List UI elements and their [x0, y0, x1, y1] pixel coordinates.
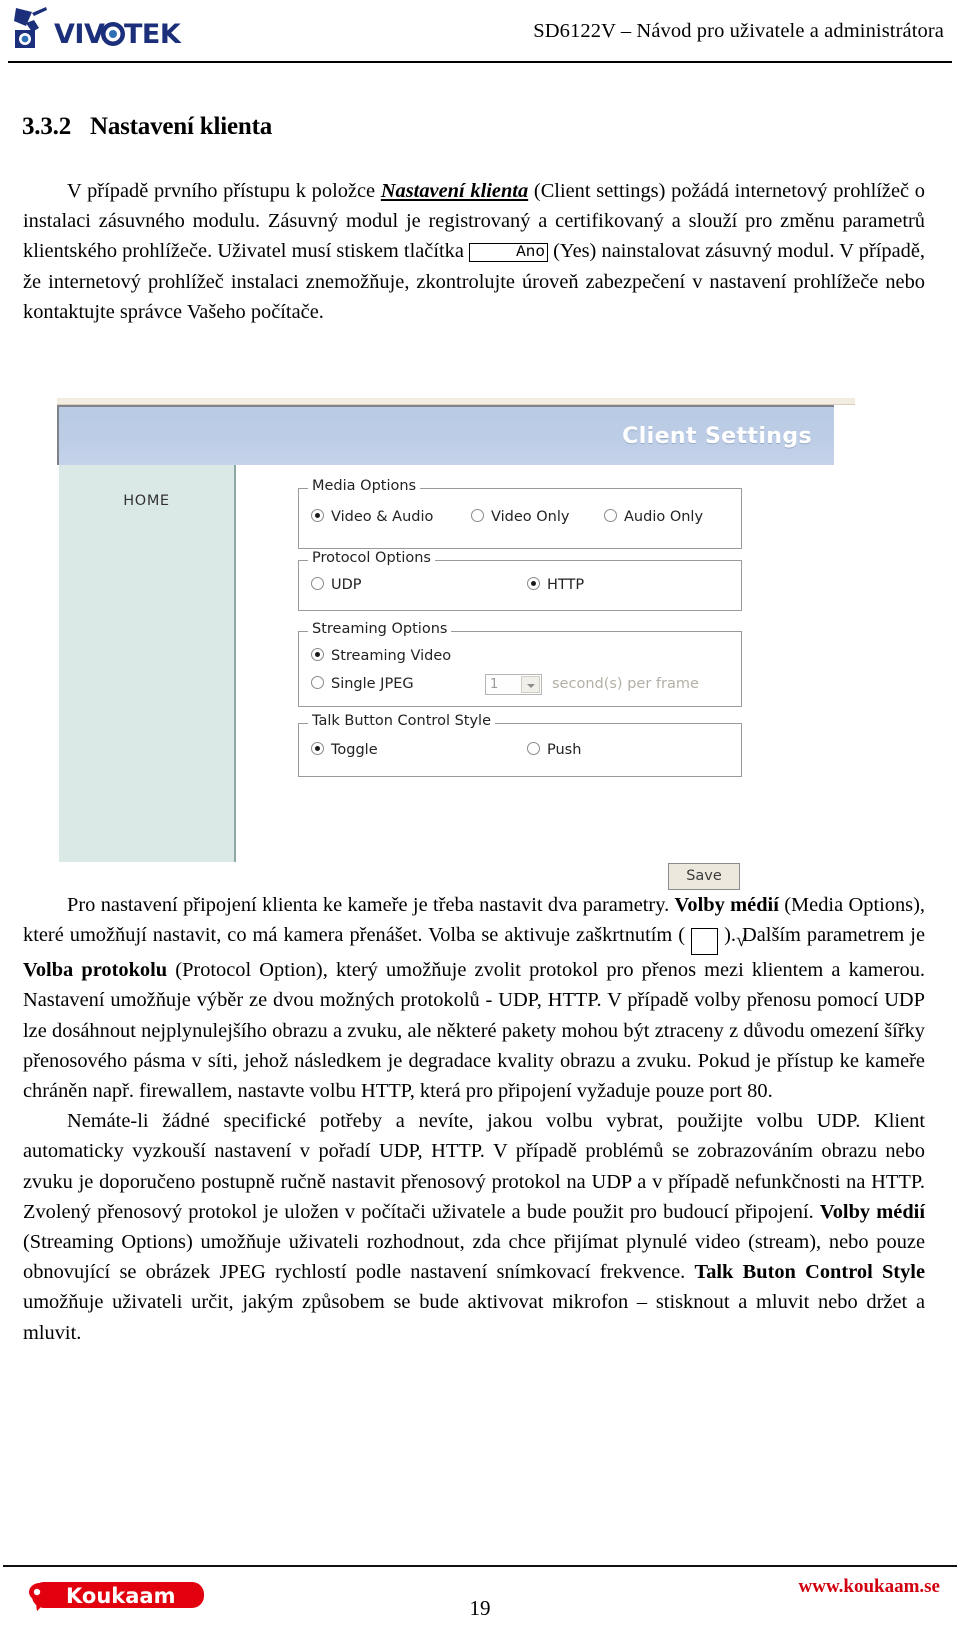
- frame-interval-hint: second(s) per frame: [552, 676, 699, 692]
- footer-url[interactable]: www.koukaam.se: [799, 1576, 940, 1598]
- radio-video-only[interactable]: Video Only: [471, 509, 569, 525]
- radio-label-single-jpeg: Single JPEG: [331, 676, 414, 692]
- radio-toggle[interactable]: Toggle: [311, 742, 378, 758]
- radio-label-audio-only: Audio Only: [624, 509, 704, 525]
- radio-indicator-video-and-audio[interactable]: [311, 509, 324, 522]
- radio-label-push: Push: [547, 742, 582, 758]
- media-options-legend: Media Options: [308, 478, 421, 494]
- radio-push[interactable]: Push: [527, 742, 581, 758]
- radio-label-streaming-video: Streaming Video: [331, 648, 452, 664]
- para3-text-c: umožňuje uživateli určit, jakým způsobem…: [23, 1291, 925, 1344]
- frame-interval-value: 1: [490, 677, 499, 692]
- radio-single-jpeg[interactable]: Single JPEG: [311, 676, 414, 692]
- radio-streaming-video[interactable]: Streaming Video: [311, 648, 451, 664]
- intro-paragraph: V případě prvního přístupu k položce Nas…: [23, 176, 925, 327]
- radio-label-toggle: Toggle: [331, 742, 378, 758]
- chevron-down-icon[interactable]: [521, 676, 540, 693]
- radio-udp[interactable]: UDP: [311, 577, 362, 593]
- media-options-group: Media Options Video & Audio Video Only A…: [298, 478, 742, 549]
- radio-indicator-http[interactable]: [527, 577, 540, 590]
- explanation-paragraphs: Pro nastavení připojení klienta ke kameř…: [23, 890, 925, 1348]
- para3-text-a: Nemáte-li žádné specifické potřeby a nev…: [23, 1110, 925, 1223]
- radio-audio-only[interactable]: Audio Only: [604, 509, 703, 525]
- radio-video-and-audio[interactable]: Video & Audio: [311, 509, 433, 525]
- intro-text-a: V případě prvního přístupu k položce: [67, 180, 381, 202]
- page-number: 19: [469, 1596, 491, 1620]
- streaming-options-legend: Streaming Options: [308, 621, 452, 637]
- frame-interval-select[interactable]: 1: [485, 674, 542, 695]
- radio-label-udp: UDP: [331, 577, 362, 593]
- radio-http[interactable]: HTTP: [527, 577, 584, 593]
- screenshot-title: Client Settings: [622, 424, 812, 449]
- radio-label-http: HTTP: [547, 577, 585, 593]
- page-title: 3.3.2 Nastavení klienta: [22, 113, 272, 141]
- protocol-options-group: Protocol Options UDP HTTP: [298, 550, 742, 611]
- save-button[interactable]: Save: [668, 863, 740, 890]
- footer-divider: [3, 1565, 957, 1567]
- talk-button-control-style-group: Talk Button Control Style Toggle Push: [298, 713, 742, 777]
- client-settings-screenshot: Client Settings HOME Media Options Video…: [57, 398, 855, 890]
- radio-indicator-single-jpeg[interactable]: [311, 676, 324, 689]
- section-title: Nastavení klienta: [90, 113, 273, 140]
- checkmark-glyph: √: [691, 928, 747, 956]
- para2-text-a: Pro nastavení připojení klienta ke kameř…: [67, 894, 675, 916]
- talk-button-control-style-legend: Talk Button Control Style: [308, 713, 495, 729]
- streaming-options-group: Streaming Options Streaming Video Single…: [298, 621, 742, 707]
- svg-text:TEK: TEK: [124, 19, 182, 50]
- sidebar-item-home[interactable]: HOME: [59, 493, 234, 509]
- para3-bold-talk-button: Talk Buton Control Style: [694, 1261, 926, 1284]
- svg-text:VIV: VIV: [54, 19, 105, 50]
- para2-text-c: ). Dalším parametrem je: [718, 924, 925, 947]
- keycap-ano: Ano: [469, 243, 548, 263]
- radio-label-video-only: Video Only: [491, 509, 570, 525]
- para3-bold-streaming-options: Volby médií: [819, 1200, 925, 1223]
- para2-bold-protocol-option: Volba protokolu: [23, 959, 168, 982]
- protocol-options-legend: Protocol Options: [308, 550, 435, 566]
- para2-bold-media-options: Volby médií: [674, 894, 779, 916]
- radio-indicator-push[interactable]: [527, 742, 540, 755]
- document-header-title: SD6122V – Návod pro uživatele a administ…: [533, 20, 944, 42]
- radio-indicator-audio-only[interactable]: [604, 509, 617, 522]
- radio-indicator-streaming-video[interactable]: [311, 648, 324, 661]
- screenshot-body: HOME Media Options Video & Audio Video O…: [57, 465, 855, 890]
- radio-label-video-and-audio: Video & Audio: [331, 509, 434, 525]
- screenshot-titlebar: Client Settings: [57, 405, 834, 467]
- radio-indicator-video-only[interactable]: [471, 509, 484, 522]
- radio-indicator-udp[interactable]: [311, 577, 324, 590]
- radio-indicator-toggle[interactable]: [311, 742, 324, 755]
- page-header: VIV TEK SD6122V – Návod pro uživatele a …: [0, 0, 960, 63]
- screenshot-top-strip: [57, 398, 855, 405]
- section-number: 3.3.2: [22, 113, 72, 140]
- vivotek-logo: VIV TEK: [12, 6, 187, 52]
- screenshot-sidebar: HOME: [59, 465, 236, 862]
- intro-emphasis: Nastavení klienta: [380, 180, 529, 202]
- header-divider: [8, 61, 952, 63]
